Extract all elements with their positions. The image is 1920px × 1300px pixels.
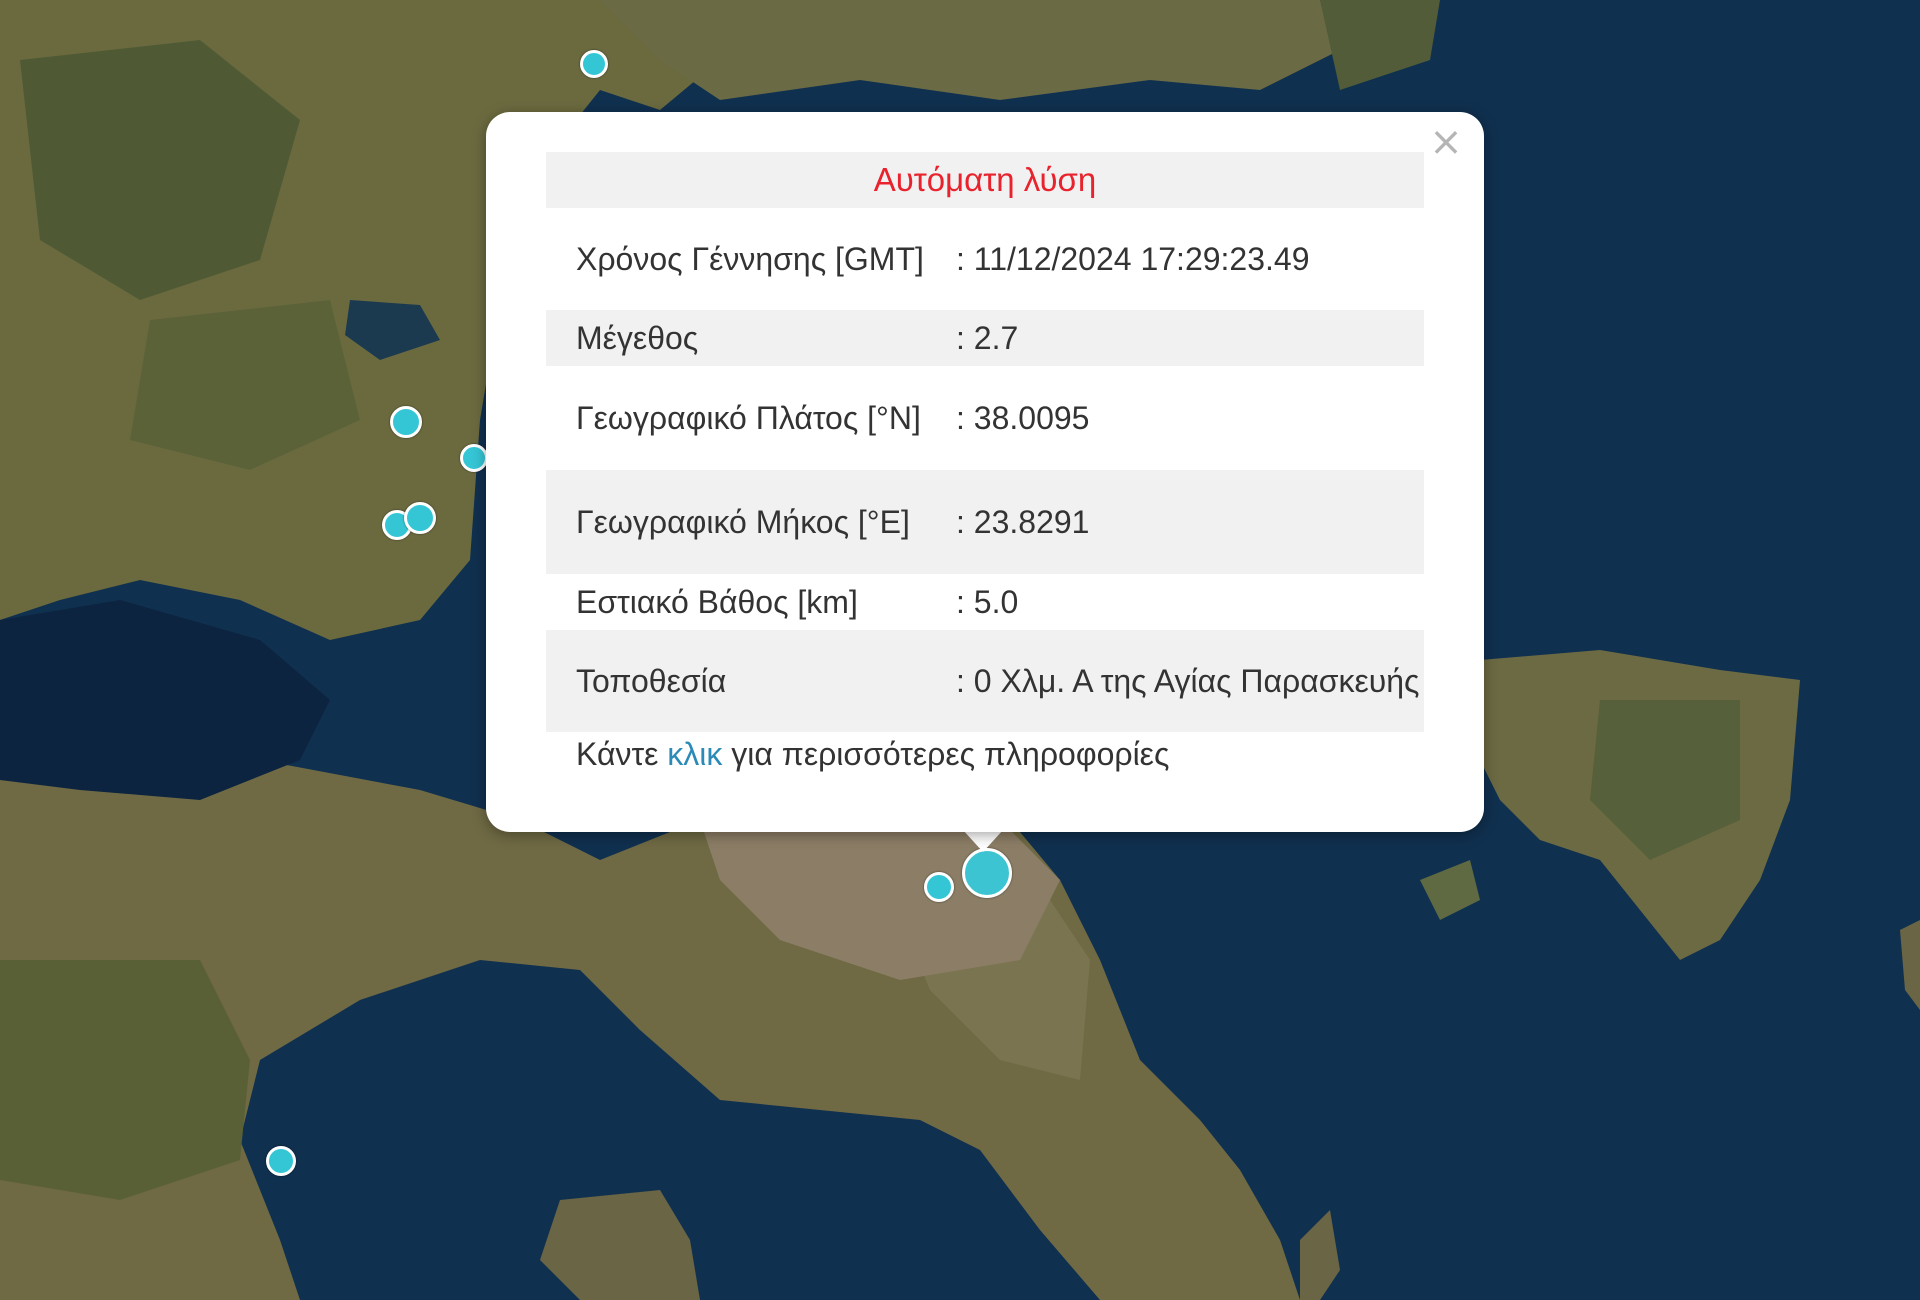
earthquake-marker[interactable] <box>580 50 608 78</box>
info-row-depth: Εστιακό Βάθος [km] : 5.0 <box>546 574 1424 630</box>
land-mass <box>600 0 1340 100</box>
info-label: Εστιακό Βάθος [km] <box>576 584 858 620</box>
footer-prefix: Κάντε <box>576 736 668 772</box>
info-value: : 0 Χλμ. Α της Αγίας Παρασκευής <box>946 630 1424 732</box>
more-info-link[interactable]: κλικ <box>667 736 722 772</box>
info-value: : 23.8291 <box>946 470 1424 574</box>
info-value: : 5.0 <box>956 584 1019 620</box>
popup-header: Αυτόματη λύση <box>546 152 1424 208</box>
info-label: Χρόνος Γέννησης [GMT] <box>576 241 924 277</box>
earthquake-info-popup: × Αυτόματη λύση Χρόνος Γέννησης [GMT] : … <box>486 112 1484 832</box>
info-value: : 2.7 <box>946 310 1424 366</box>
info-label: Γεωγραφικό Πλάτος [°N] <box>576 400 921 436</box>
info-row-origin-time: Χρόνος Γέννησης [GMT] : 11/12/2024 17:29… <box>546 208 1424 310</box>
earthquake-marker[interactable] <box>266 1146 296 1176</box>
earthquake-marker[interactable] <box>390 406 422 438</box>
info-row-location: Τοποθεσία : 0 Χλμ. Α της Αγίας Παρασκευή… <box>546 630 1424 732</box>
info-value: : 11/12/2024 17:29:23.49 <box>956 241 1310 277</box>
earthquake-marker[interactable] <box>460 444 488 472</box>
info-value: : 38.0095 <box>956 400 1090 436</box>
footer-suffix: για περισσότερες πληροφορίες <box>722 736 1170 772</box>
earthquake-marker-selected[interactable] <box>962 848 1012 898</box>
earthquake-info-table: Χρόνος Γέννησης [GMT] : 11/12/2024 17:29… <box>546 208 1424 732</box>
earthquake-marker[interactable] <box>404 502 436 534</box>
info-row-magnitude: Μέγεθος : 2.7 <box>546 310 1424 366</box>
earthquake-marker[interactable] <box>924 872 954 902</box>
close-icon[interactable]: × <box>1426 122 1466 162</box>
info-row-latitude: Γεωγραφικό Πλάτος [°N] : 38.0095 <box>546 366 1424 470</box>
popup-footer: Κάντε κλικ για περισσότερες πληροφορίες <box>576 732 1169 776</box>
popup-tip <box>963 830 1003 852</box>
info-label: Τοποθεσία <box>546 630 946 732</box>
info-label: Γεωγραφικό Μήκος [°E] <box>546 470 946 574</box>
info-row-longitude: Γεωγραφικό Μήκος [°E] : 23.8291 <box>546 470 1424 574</box>
info-label: Μέγεθος <box>546 310 946 366</box>
